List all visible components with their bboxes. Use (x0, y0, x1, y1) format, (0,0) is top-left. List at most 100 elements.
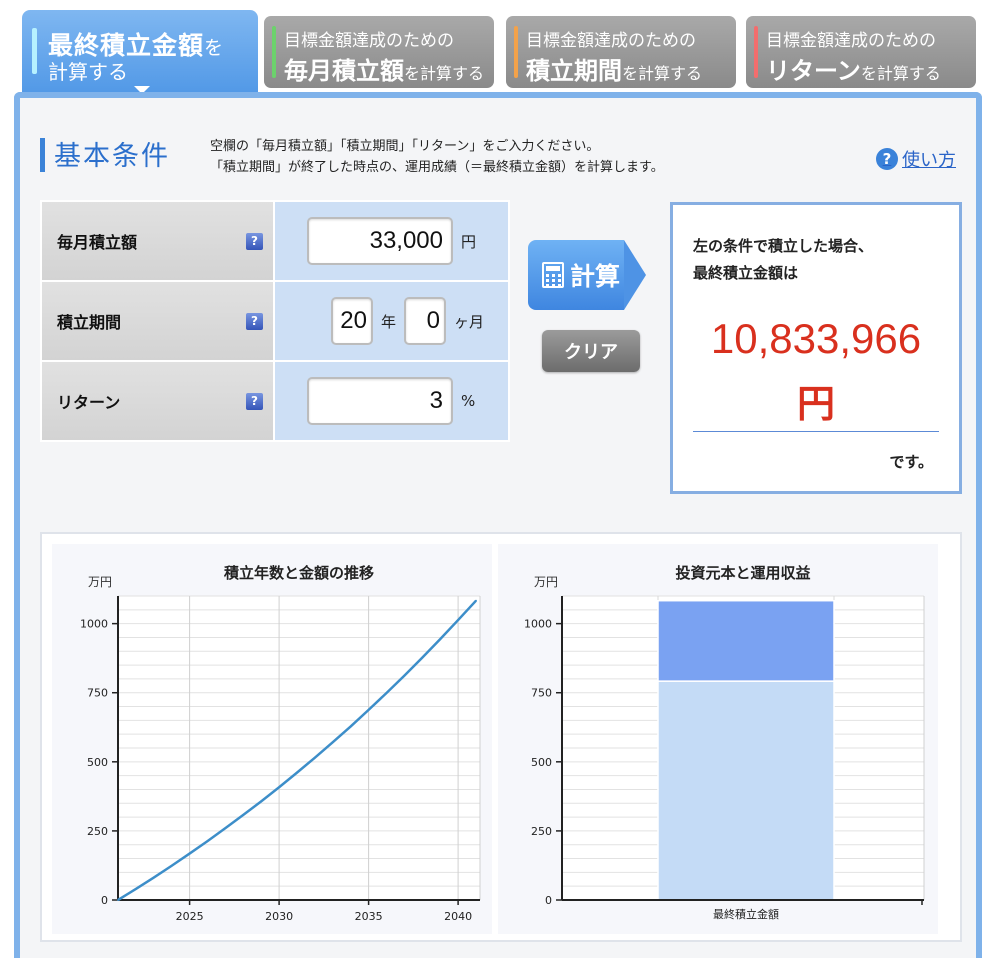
period-row: 積立期間 ? 年 ヶ月 (42, 282, 508, 362)
tab-accent-bar (32, 28, 37, 74)
tab-label-main: 毎月積立額を計算する (284, 57, 485, 85)
monthly-amount-label: 毎月積立額 ? (42, 202, 275, 280)
calculate-label: 計算 (569, 262, 620, 291)
tab-return[interactable]: 目標金額達成のための リターンを計算する (746, 16, 976, 88)
y-tick-label: 250 (531, 825, 552, 838)
data-point (170, 864, 173, 867)
data-point (242, 813, 245, 816)
tab-accent-bar (272, 26, 276, 78)
data-point (367, 708, 370, 711)
x-tick-label: 2030 (265, 910, 293, 923)
monthly-amount-input[interactable] (307, 217, 453, 265)
data-point (457, 619, 459, 621)
data-point (278, 786, 280, 789)
help-link[interactable]: ? 使い方 (876, 146, 956, 172)
data-point (152, 876, 155, 879)
clear-button[interactable]: クリア (542, 330, 640, 372)
y-axis-unit-label: 万円 (534, 575, 558, 589)
data-point (349, 725, 352, 728)
x-category-label: 最終積立金額 (713, 907, 779, 921)
input-table: 毎月積立額 ? 円 積立期間 ? 年 ヶ月 リターン ? (40, 200, 510, 442)
y-tick-label: 0 (101, 894, 108, 907)
tab-accent-bar (514, 26, 518, 78)
period-cell: 年 ヶ月 (275, 282, 508, 360)
result-suffix: です。 (889, 453, 933, 471)
data-point (188, 852, 191, 855)
tab-label-main: リターンを計算する (766, 57, 941, 85)
return-cell: % (275, 362, 508, 440)
data-point (117, 899, 119, 901)
period-months-input[interactable] (404, 297, 447, 345)
calculate-arrow-icon (624, 240, 646, 310)
tab-label-sub: 計算する (48, 60, 128, 84)
chart-title: 投資元本と運用収益 (675, 564, 810, 582)
profit-bar-segment (657, 599, 835, 682)
y-tick-label: 750 (87, 687, 108, 700)
calculator-icon (541, 262, 564, 288)
result-caption: 左の条件で積立した場合、 最終積立金額は (693, 237, 874, 282)
calculate-button[interactable]: 計算 (528, 240, 646, 310)
tab-accent-bar (754, 26, 758, 78)
chart-title: 積立年数と金額の推移 (223, 564, 374, 582)
section-description: 空欄の「毎月積立額」「積立期間」「リターン」をご入力ください。 「積立期間」が終… (210, 139, 664, 175)
monthly-help-icon[interactable]: ? (246, 232, 263, 250)
y-tick-label: 500 (531, 756, 552, 769)
x-tick-label: 2040 (444, 910, 472, 923)
breakdown-bar-chart-svg: 投資元本と運用収益万円 0 250 500 750 1000 最終積立金額 (524, 564, 925, 921)
data-point (224, 827, 227, 830)
tab-final-amount[interactable]: 最終積立金額を 計算する (22, 10, 258, 98)
return-help-icon[interactable]: ? (246, 392, 263, 410)
period-years-input[interactable] (331, 297, 373, 345)
y-tick-label: 250 (87, 825, 108, 838)
section-accent-bar (40, 138, 45, 172)
monthly-amount-cell: 円 (275, 202, 508, 280)
growth-line-chart: 積立年数と金額の推移 万円 0 250 500 750 1000 2025 2030 2035 20… (52, 544, 492, 934)
monthly-amount-row: 毎月積立額 ? 円 (42, 202, 508, 282)
result-divider (693, 431, 939, 432)
months-unit: ヶ月 (454, 312, 485, 331)
monthly-unit: 円 (461, 232, 477, 251)
y-tick-label: 0 (545, 894, 552, 907)
calculator-tabs: 最終積立金額を 計算する 目標金額達成のための 毎月積立額を計算する 目標金額達… (22, 10, 982, 98)
help-question-icon: ? (876, 148, 898, 170)
result-yen: 円 (796, 382, 835, 426)
tab-period[interactable]: 目標金額達成のための 積立期間を計算する (506, 16, 736, 88)
y-tick-label: 750 (531, 687, 552, 700)
data-point (385, 692, 388, 694)
y-tick-label: 1000 (80, 618, 108, 631)
data-point (260, 800, 263, 803)
data-point (135, 888, 137, 890)
section-title: 基本条件 (54, 141, 170, 172)
result-amount: 10,833,966 (710, 315, 922, 362)
tab-label-top: 目標金額達成のための (766, 31, 936, 51)
calculate-button-body: 計算 (528, 240, 624, 310)
breakdown-bar-chart: 投資元本と運用収益万円 0 250 500 750 1000 最終積立金額 (498, 544, 938, 934)
charts-area: 積立年数と金額の推移 万円 0 250 500 750 1000 2025 2030 2035 20… (40, 532, 962, 942)
period-help-icon[interactable]: ? (246, 312, 263, 330)
tab-label-top: 目標金額達成のための (526, 31, 696, 51)
return-label: リターン ? (42, 362, 275, 440)
y-axis-unit-label: 万円 (88, 575, 112, 589)
y-tick-label: 1000 (524, 618, 552, 631)
data-point (331, 741, 334, 744)
tab-label-main: 積立期間を計算する (526, 57, 703, 85)
x-tick-label: 2035 (355, 910, 383, 923)
data-point (475, 599, 477, 602)
return-input[interactable] (307, 377, 453, 425)
data-point (296, 771, 298, 774)
data-point (403, 674, 406, 677)
return-row: リターン ? % (42, 362, 508, 440)
data-point (206, 840, 209, 843)
data-point (421, 656, 424, 659)
y-tick-label: 500 (87, 756, 108, 769)
years-unit: 年 (381, 312, 397, 331)
principal-bar-segment (657, 680, 835, 901)
data-point (439, 638, 442, 641)
return-unit: % (461, 392, 476, 410)
tab-monthly-amount[interactable]: 目標金額達成のための 毎月積立額を計算する (264, 16, 494, 88)
calculator-panel: 基本条件 空欄の「毎月積立額」「積立期間」「リターン」をご入力ください。 「積立… (14, 92, 982, 958)
help-label: 使い方 (902, 150, 956, 171)
growth-line-chart-svg: 積立年数と金額の推移万円 0 250 500 750 1000 2025 2030 2035 20… (80, 564, 481, 923)
data-point (314, 756, 316, 759)
tab-label-top: 目標金額達成のための (284, 31, 454, 51)
